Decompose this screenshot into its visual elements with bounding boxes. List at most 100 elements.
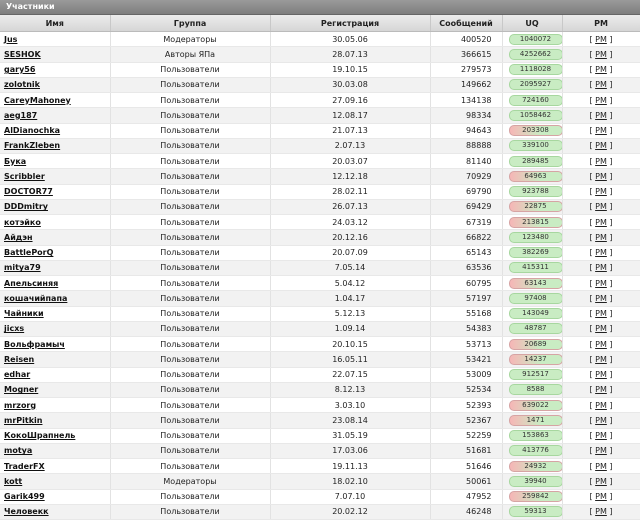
member-name-cell: AlDianochka [0, 123, 111, 139]
member-name-link[interactable]: Человекк [4, 507, 49, 516]
column-header-registration[interactable]: Регистрация [270, 15, 431, 32]
uq-rating-bar: 97408 [508, 292, 561, 304]
member-registration-date: 1.09.14 [270, 321, 431, 338]
member-uq-cell: 289485 [502, 153, 563, 170]
member-message-count: 134138 [430, 92, 503, 109]
pm-link[interactable]: PM [595, 401, 607, 410]
pm-link[interactable]: PM [595, 431, 607, 440]
member-name-link[interactable]: Scribbler [4, 172, 45, 181]
member-name-link[interactable]: КокоШрапнель [4, 431, 75, 440]
pm-link[interactable]: PM [595, 233, 607, 242]
table-row: кошачийпапа Пользователи 1.04.17 57197 97408… [0, 290, 640, 307]
member-name-cell: КокоШрапнель [0, 428, 111, 444]
column-header-name[interactable]: Имя [0, 15, 111, 32]
member-pm-cell: [ PM ] [562, 62, 640, 78]
member-name-link[interactable]: mrPitkin [4, 416, 42, 425]
pm-link[interactable]: PM [595, 80, 607, 89]
pm-link[interactable]: PM [595, 416, 607, 425]
member-name-link[interactable]: BattlePorQ [4, 248, 53, 257]
member-group: Пользователи [110, 92, 271, 109]
member-name-link[interactable]: zolotnik [4, 80, 40, 89]
member-name-link[interactable]: aeg187 [4, 111, 37, 120]
pm-link[interactable]: PM [595, 462, 607, 471]
pm-link[interactable]: PM [595, 309, 607, 318]
member-name-link[interactable]: Вольфрамыч [4, 340, 65, 349]
pm-link[interactable]: PM [595, 218, 607, 227]
member-group: Пользователи [110, 199, 271, 216]
member-name-link[interactable]: jicxs [4, 324, 24, 333]
pm-link[interactable]: PM [595, 446, 607, 455]
pm-link[interactable]: PM [595, 141, 607, 150]
member-name-link[interactable]: AlDianochka [4, 126, 60, 135]
column-header-uq[interactable]: UQ [502, 15, 563, 32]
member-name-cell: Jus [0, 31, 111, 48]
pm-link[interactable]: PM [595, 355, 607, 364]
member-uq-cell: 213815 [502, 214, 563, 231]
member-message-count: 70929 [430, 168, 503, 185]
column-header-messages[interactable]: Сообщений [430, 15, 503, 32]
table-row: Айдэн Пользователи 20.12.16 66822 123480[ PM… [0, 229, 640, 246]
pm-link[interactable]: PM [595, 111, 607, 120]
member-registration-date: 27.09.16 [270, 92, 431, 109]
table-row: Jus Модераторы 30.05.06 400520 1040072[ PM ] [0, 31, 640, 48]
column-header-group[interactable]: Группа [110, 15, 271, 32]
member-name-link[interactable]: motya [4, 446, 32, 455]
pm-link[interactable]: PM [595, 477, 607, 486]
pm-link[interactable]: PM [595, 385, 607, 394]
member-group: Пользователи [110, 123, 271, 139]
pm-link[interactable]: PM [595, 324, 607, 333]
pm-link[interactable]: PM [595, 248, 607, 257]
member-name-link[interactable]: Бука [4, 157, 26, 166]
member-group: Пользователи [110, 168, 271, 185]
pm-link[interactable]: PM [595, 126, 607, 135]
pm-link[interactable]: PM [595, 172, 607, 181]
pm-link[interactable]: PM [595, 35, 607, 44]
pm-link[interactable]: PM [595, 187, 607, 196]
member-name-link[interactable]: Reisen [4, 355, 34, 364]
member-name-link[interactable]: SESHOK [4, 50, 41, 59]
column-header-pm[interactable]: PM [562, 15, 640, 32]
member-name-link[interactable]: Апельсиняя [4, 279, 58, 288]
pm-link[interactable]: PM [595, 507, 607, 516]
table-row: TraderFX Пользователи 19.11.13 51646 24932[ … [0, 458, 640, 475]
member-name-link[interactable]: кошачийпапа [4, 294, 67, 303]
member-name-link[interactable]: котэйко [4, 218, 41, 227]
member-name-cell: kott [0, 473, 111, 490]
member-name-link[interactable]: FrankZleben [4, 141, 60, 150]
member-name-link[interactable]: kott [4, 477, 22, 486]
pm-link[interactable]: PM [595, 370, 607, 379]
uq-rating-bar: 64963 [508, 170, 561, 182]
uq-rating-bar: 1118028 [508, 64, 561, 76]
member-name-link[interactable]: edhar [4, 370, 30, 379]
member-name-link[interactable]: gary56 [4, 65, 35, 74]
member-name-link[interactable]: DOCTOR77 [4, 187, 53, 196]
member-pm-cell: [ PM ] [562, 473, 640, 490]
pm-link[interactable]: PM [595, 340, 607, 349]
member-name-link[interactable]: mitya79 [4, 263, 41, 272]
pm-link[interactable]: PM [595, 263, 607, 272]
pm-link[interactable]: PM [595, 279, 607, 288]
member-name-link[interactable]: CareyMahoney [4, 96, 71, 105]
pm-link[interactable]: PM [595, 50, 607, 59]
member-name-link[interactable]: Jus [4, 35, 17, 44]
pm-link[interactable]: PM [595, 96, 607, 105]
pm-link[interactable]: PM [595, 65, 607, 74]
member-uq-cell: 1058462 [502, 107, 563, 124]
table-row: gary56 Пользователи 19.10.15 279573 1118028[… [0, 62, 640, 78]
member-name-link[interactable]: TraderFX [4, 462, 45, 471]
table-row: edhar Пользователи 22.07.15 53009 912517[ PM… [0, 367, 640, 383]
table-row: mitya79 Пользователи 7.05.14 63536 415311[ P… [0, 260, 640, 277]
member-registration-date: 31.05.19 [270, 428, 431, 444]
member-name-link[interactable]: Garik499 [4, 492, 45, 501]
member-name-link[interactable]: Mogner [4, 385, 38, 394]
member-name-link[interactable]: Айдэн [4, 233, 33, 242]
member-name-link[interactable]: mrzorg [4, 401, 36, 410]
member-name-link[interactable]: DDDmitry [4, 202, 48, 211]
pm-link[interactable]: PM [595, 157, 607, 166]
member-name-link[interactable]: Чайники [4, 309, 44, 318]
pm-link[interactable]: PM [595, 202, 607, 211]
member-pm-cell: [ PM ] [562, 138, 640, 155]
pm-link[interactable]: PM [595, 492, 607, 501]
pm-link[interactable]: PM [595, 294, 607, 303]
table-row: AlDianochka Пользователи 21.07.13 94643 2033… [0, 123, 640, 139]
